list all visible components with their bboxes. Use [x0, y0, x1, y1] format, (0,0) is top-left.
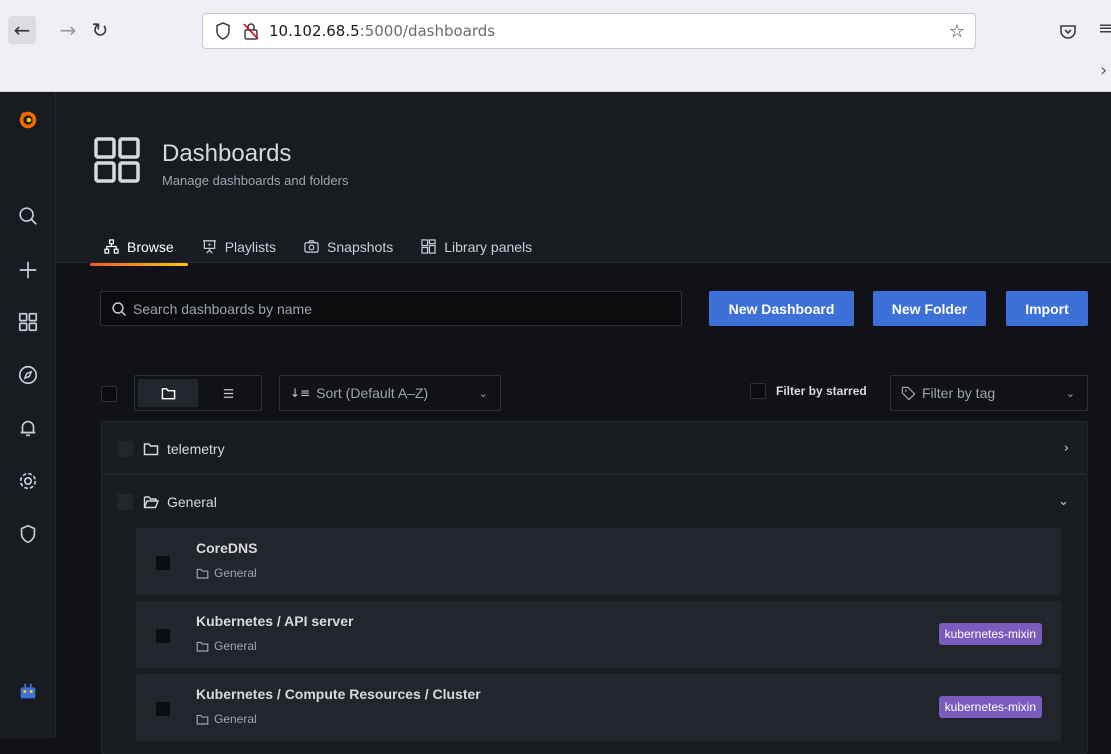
chevron-right-icon[interactable]: ›: [1100, 60, 1107, 81]
chevron-right-icon[interactable]: ›: [1064, 441, 1069, 456]
apps-icon[interactable]: [16, 310, 40, 334]
sort-label: Sort (Default A–Z): [316, 385, 429, 401]
folder-checkbox[interactable]: [117, 493, 133, 510]
pocket-icon[interactable]: [1058, 22, 1078, 42]
page-title: Dashboards: [162, 140, 292, 167]
library-panel-icon: [421, 239, 436, 254]
dashboard-folder-name: General: [214, 639, 257, 653]
search-box[interactable]: [100, 291, 682, 326]
dashboard-title[interactable]: Kubernetes / API server: [196, 613, 353, 629]
tag-filter-select[interactable]: Filter by tag ⌄: [890, 375, 1088, 411]
sort-select[interactable]: ↓≡ Sort (Default A–Z) ⌄: [279, 375, 501, 411]
dashboard-folder: General: [196, 639, 257, 653]
tracking-shield-icon[interactable]: [215, 22, 231, 40]
folder-icon: [161, 387, 175, 399]
url-host: 10.102.68.5: [269, 22, 360, 40]
filter-starred-checkbox[interactable]: [750, 383, 766, 399]
folder-section: telemetry ›: [101, 421, 1088, 474]
sidebar: [0, 92, 56, 738]
tab-label: Snapshots: [327, 238, 394, 255]
tab-label: Browse: [127, 238, 174, 255]
new-dashboard-button[interactable]: New Dashboard: [709, 291, 854, 326]
compass-icon[interactable]: [16, 363, 40, 387]
shield-icon[interactable]: [16, 522, 40, 546]
dashboard-checkbox[interactable]: [156, 556, 170, 570]
folder-row-general[interactable]: General ⌄: [102, 475, 1087, 528]
bell-icon[interactable]: [16, 416, 40, 440]
dashboard-folder-name: General: [214, 712, 257, 726]
search-icon: [112, 301, 126, 316]
tag-icon: [901, 386, 916, 400]
forward-button[interactable]: →: [54, 16, 82, 44]
folder-icon: [196, 714, 209, 725]
presentation-play-icon: [202, 240, 216, 254]
grafana-logo-icon[interactable]: [16, 108, 40, 132]
main-content: Dashboards Manage dashboards and folders…: [56, 92, 1111, 754]
tag-badge[interactable]: kubernetes-mixin: [938, 696, 1042, 718]
chevron-down-icon: ⌄: [1065, 386, 1075, 400]
dashboard-title[interactable]: CoreDNS: [196, 540, 257, 556]
filter-starred-label[interactable]: Filter by starred: [776, 384, 867, 398]
page-subtitle: Manage dashboards and folders: [162, 173, 349, 188]
import-button[interactable]: Import: [1006, 291, 1088, 326]
dashboard-folder-name: General: [214, 566, 257, 580]
url-text[interactable]: 10.102.68.5:5000/dashboards: [269, 22, 495, 40]
dashboard-checkbox[interactable]: [156, 629, 170, 643]
tab-bar: Browse Playlists Snapshots Library panel…: [90, 230, 546, 266]
user-avatar-icon[interactable]: [16, 680, 40, 704]
folder-name: General: [167, 493, 217, 510]
apps-icon: [94, 137, 140, 183]
list-icon: [223, 388, 233, 398]
insecure-lock-icon[interactable]: [243, 22, 259, 40]
tag-filter-placeholder: Filter by tag: [922, 385, 996, 401]
folder-view-button[interactable]: [138, 379, 198, 407]
dashboard-checkbox[interactable]: [156, 702, 170, 716]
folder-name: telemetry: [167, 440, 225, 457]
tab-browse[interactable]: Browse: [90, 230, 188, 266]
url-bar[interactable]: 10.102.68.5:5000/dashboards ☆: [202, 13, 976, 49]
folder-open-icon: [143, 495, 159, 508]
star-icon[interactable]: ☆: [949, 21, 965, 42]
dashboard-item[interactable]: CoreDNS General: [136, 528, 1061, 595]
tab-label: Library panels: [444, 238, 533, 255]
folder-icon: [196, 641, 209, 652]
sort-amount-down-icon: ↓≡: [290, 386, 311, 400]
dashboard-folder: General: [196, 712, 257, 726]
folder-icon: [196, 568, 209, 579]
hamburger-menu-icon[interactable]: ≡: [1098, 18, 1111, 39]
camera-icon: [304, 240, 319, 253]
folder-row-telemetry[interactable]: telemetry ›: [102, 422, 1087, 475]
url-path: :5000/dashboards: [359, 22, 496, 40]
dashboard-title[interactable]: Kubernetes / Compute Resources / Cluster: [196, 686, 481, 702]
back-button[interactable]: ←: [8, 16, 36, 44]
page-header: Dashboards Manage dashboards and folders…: [56, 92, 1111, 266]
tab-snapshots[interactable]: Snapshots: [290, 230, 407, 263]
chevron-down-icon[interactable]: ⌄: [1058, 494, 1069, 509]
dashboard-item[interactable]: Kubernetes / API server General kubernet…: [136, 601, 1061, 668]
plus-icon[interactable]: [16, 258, 40, 282]
gear-icon[interactable]: [16, 469, 40, 493]
chevron-down-icon: ⌄: [478, 386, 488, 400]
dashboard-item[interactable]: Kubernetes / Compute Resources / Cluster…: [136, 674, 1061, 741]
sitemap-icon: [104, 239, 119, 254]
select-all-checkbox[interactable]: [101, 386, 117, 402]
folder-icon: [143, 442, 159, 455]
tab-label: Playlists: [224, 238, 277, 255]
tag-badge[interactable]: kubernetes-mixin: [938, 623, 1042, 645]
search-icon[interactable]: [16, 204, 40, 228]
list-view-button[interactable]: [198, 379, 258, 407]
reload-button[interactable]: ↻: [86, 16, 114, 44]
tab-playlists[interactable]: Playlists: [188, 230, 290, 263]
browser-toolbar: ← → ↻ 10.102.68.5:5000/dashboards ☆ ≡ ›: [0, 0, 1111, 92]
dashboard-folder: General: [196, 566, 257, 580]
tab-library-panels[interactable]: Library panels: [407, 230, 546, 263]
search-input[interactable]: [133, 300, 673, 317]
layout-toggle: [134, 375, 262, 411]
new-folder-button[interactable]: New Folder: [873, 291, 986, 326]
folder-checkbox[interactable]: [117, 440, 133, 457]
